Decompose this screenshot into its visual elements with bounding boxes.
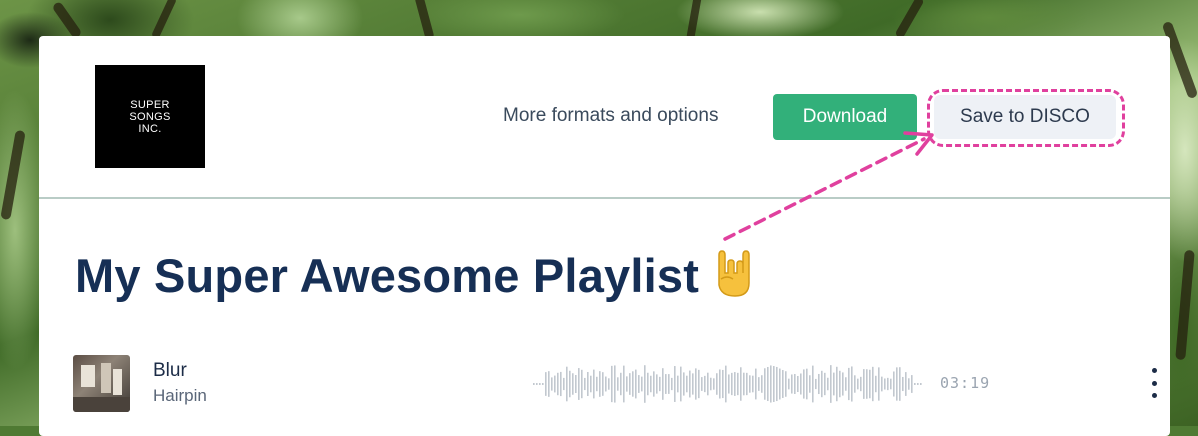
track-artist: Hairpin [153, 386, 207, 405]
more-vertical-icon[interactable] [1147, 368, 1161, 398]
playlist-card: SUPER SONGS INC. More formats and option… [39, 36, 1170, 436]
waveform[interactable] [531, 362, 931, 406]
album-art [73, 355, 130, 412]
sign-of-horns-icon [713, 249, 753, 310]
track-duration: 03:19 [940, 374, 991, 392]
track-title: Blur [153, 360, 187, 381]
playlist-title: My Super Awesome Playlist [75, 248, 753, 310]
playlist-title-text: My Super Awesome Playlist [75, 249, 700, 302]
track-row[interactable]: Blur Hairpin 03:19 [73, 354, 1157, 414]
